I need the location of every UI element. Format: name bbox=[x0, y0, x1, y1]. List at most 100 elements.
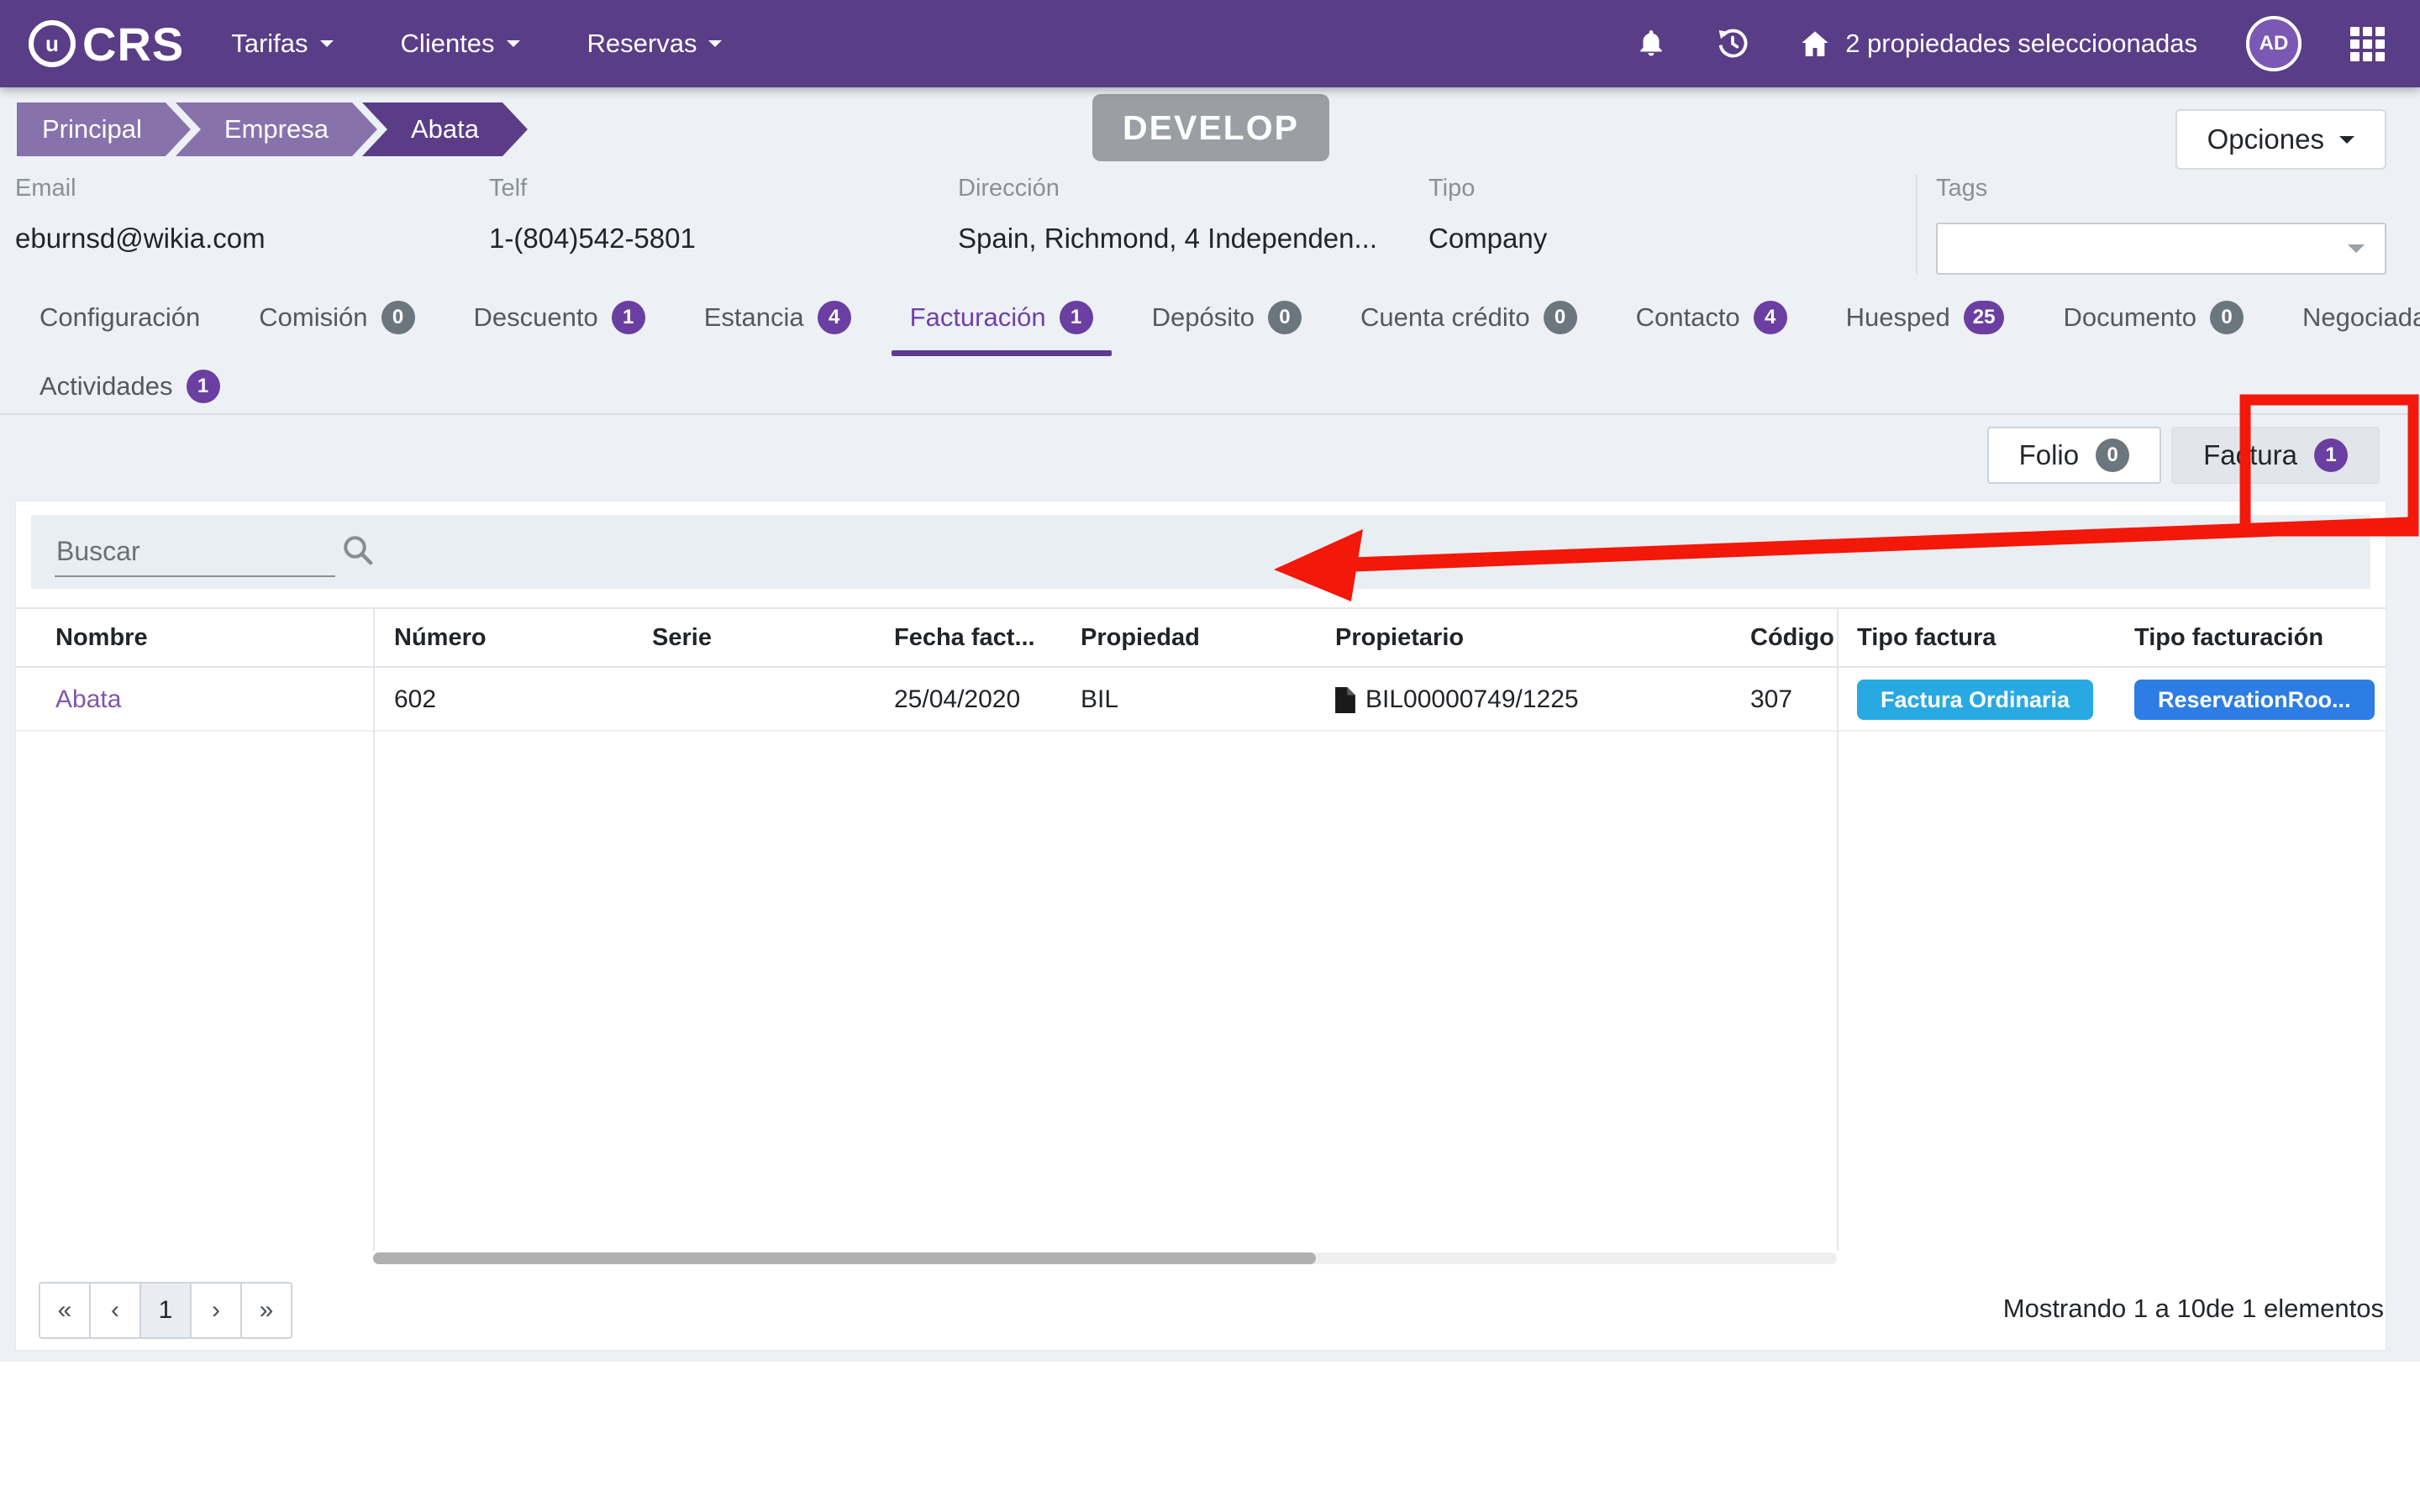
col-fecha-fact[interactable]: Fecha fact... bbox=[873, 624, 1060, 652]
factura-table-card: Nombre Número Serie Fecha fact... Propie… bbox=[15, 501, 2386, 1351]
email-value: eburnsd@wikia.com bbox=[15, 223, 489, 255]
menu-clientes[interactable]: Clientes bbox=[401, 29, 520, 59]
app-logo[interactable]: u CRS bbox=[29, 17, 184, 71]
table-row: Abata 602 25/04/2020 BIL BIL00000749/122… bbox=[16, 669, 2386, 732]
folio-count-badge: 0 bbox=[2096, 438, 2129, 472]
breadcrumb-empresa[interactable]: Empresa bbox=[176, 102, 377, 156]
col-tipo-facturacion[interactable]: Tipo facturación bbox=[2114, 624, 2386, 652]
page-1-button[interactable]: 1 bbox=[139, 1282, 192, 1339]
chevron-down-icon bbox=[2339, 136, 2354, 151]
tab-deposito[interactable]: Depósito 0 bbox=[1134, 287, 1320, 356]
field-tipo: Tipo Company bbox=[1428, 175, 1916, 275]
breadcrumb-principal[interactable]: Principal bbox=[17, 102, 191, 156]
direccion-value: Spain, Richmond, 4 Independen... bbox=[958, 223, 1428, 255]
selected-properties-label: 2 propiedades seleccioonadas bbox=[1845, 29, 2197, 59]
tab-badge: 4 bbox=[818, 301, 851, 334]
page-prev-button[interactable]: ‹ bbox=[89, 1282, 141, 1339]
options-button[interactable]: Opciones bbox=[2175, 109, 2386, 170]
col-numero[interactable]: Número bbox=[373, 624, 631, 652]
field-tags: Tags bbox=[1916, 175, 2386, 275]
factura-button[interactable]: Factura 1 bbox=[2171, 427, 2380, 484]
tab-documento[interactable]: Documento 0 bbox=[2044, 287, 2262, 356]
logo-ring-icon: u bbox=[29, 20, 76, 67]
tab-cuenta-credito[interactable]: Cuenta crédito 0 bbox=[1342, 287, 1596, 356]
tab-badge: 1 bbox=[1060, 301, 1093, 334]
fixed-column-divider-right bbox=[1837, 607, 1839, 1251]
avatar[interactable]: AD bbox=[2246, 16, 2302, 71]
tipo-value: Company bbox=[1428, 223, 1916, 255]
row-codigo: 307 bbox=[1729, 685, 1837, 714]
chevron-down-icon bbox=[507, 40, 520, 54]
tab-descuento[interactable]: Descuento 1 bbox=[455, 287, 664, 356]
tab-badge: 0 bbox=[1268, 301, 1302, 334]
main-menu: Tarifas Clientes Reservas bbox=[231, 29, 722, 59]
tab-configuracion[interactable]: Configuración bbox=[21, 287, 218, 356]
breadcrumb: Principal Empresa Abata bbox=[17, 102, 528, 156]
tab-badge: 25 bbox=[1964, 301, 2005, 334]
col-nombre[interactable]: Nombre bbox=[16, 624, 373, 652]
breadcrumb-abata[interactable]: Abata bbox=[362, 102, 528, 156]
email-label: Email bbox=[15, 175, 489, 202]
row-propietario: BIL00000749/1225 bbox=[1314, 685, 1729, 714]
environment-badge: DEVELOP bbox=[1092, 94, 1329, 161]
tipo-label: Tipo bbox=[1428, 175, 1916, 202]
page-first-button[interactable]: « bbox=[39, 1282, 91, 1339]
chevron-down-icon bbox=[2348, 244, 2365, 261]
tab-badge: 0 bbox=[1544, 301, 1577, 334]
entity-tabs: Configuración Comisión 0 Descuento 1 Est… bbox=[21, 287, 2386, 425]
chevron-down-icon bbox=[708, 40, 722, 54]
tags-label: Tags bbox=[1936, 175, 2386, 202]
table-header: Nombre Número Serie Fecha fact... Propie… bbox=[16, 607, 2386, 668]
document-icon bbox=[1335, 687, 1355, 713]
col-propiedad[interactable]: Propiedad bbox=[1060, 624, 1314, 652]
tab-badge: 0 bbox=[381, 301, 415, 334]
field-direccion: Dirección Spain, Richmond, 4 Independen.… bbox=[958, 175, 1428, 275]
tab-comision[interactable]: Comisión 0 bbox=[240, 287, 433, 356]
navbar-right: 2 propiedades seleccioonadas AD bbox=[1635, 16, 2385, 71]
tab-contacto[interactable]: Contacto 4 bbox=[1618, 287, 1806, 356]
col-propietario[interactable]: Propietario bbox=[1314, 624, 1729, 652]
tipo-facturacion-badge[interactable]: ReservationRoo... bbox=[2134, 680, 2375, 720]
folio-button[interactable]: Folio 0 bbox=[1987, 427, 2162, 484]
search-icon[interactable] bbox=[340, 533, 376, 572]
apps-grid-icon[interactable] bbox=[2350, 27, 2385, 61]
tab-estancia[interactable]: Estancia 4 bbox=[686, 287, 870, 356]
home-icon bbox=[1798, 27, 1832, 60]
tab-badge: 4 bbox=[1754, 301, 1787, 334]
col-codigo[interactable]: Código bbox=[1729, 624, 1837, 652]
tipo-factura-badge[interactable]: Factura Ordinaria bbox=[1857, 680, 2093, 720]
view-toggle: Folio 0 Factura 1 bbox=[1987, 427, 2380, 484]
tab-negociadas[interactable]: Negociadas 0 bbox=[2284, 287, 2420, 356]
page-content: Principal Empresa Abata DEVELOP Opciones… bbox=[0, 87, 2420, 1362]
logo-text: CRS bbox=[82, 17, 184, 71]
bell-icon[interactable] bbox=[1635, 28, 1667, 60]
horizontal-scrollbar-thumb[interactable] bbox=[373, 1252, 1316, 1264]
company-info: Email eburnsd@wikia.com Telf 1-(804)542-… bbox=[15, 175, 2386, 275]
direccion-label: Dirección bbox=[958, 175, 1428, 202]
page-next-button[interactable]: › bbox=[190, 1282, 242, 1339]
row-fecha-fact: 25/04/2020 bbox=[873, 685, 1060, 714]
row-numero: 602 bbox=[373, 685, 631, 714]
tab-facturacion[interactable]: Facturación 1 bbox=[892, 287, 1112, 356]
menu-tarifas[interactable]: Tarifas bbox=[231, 29, 333, 59]
tab-huesped[interactable]: Huesped 25 bbox=[1828, 287, 2023, 356]
col-tipo-factura[interactable]: Tipo factura bbox=[1837, 624, 2114, 652]
field-email: Email eburnsd@wikia.com bbox=[15, 175, 489, 275]
top-navbar: u CRS Tarifas Clientes Reservas bbox=[0, 0, 2420, 87]
menu-reservas[interactable]: Reservas bbox=[587, 29, 723, 59]
history-icon[interactable] bbox=[1716, 27, 1749, 60]
col-serie[interactable]: Serie bbox=[631, 624, 873, 652]
tabs-divider bbox=[0, 413, 2420, 415]
results-summary: Mostrando 1 a 10de 1 elementos bbox=[2003, 1294, 2384, 1324]
search-input[interactable] bbox=[55, 527, 335, 577]
tags-select[interactable] bbox=[1936, 223, 2386, 275]
factura-count-badge: 1 bbox=[2314, 438, 2348, 472]
row-propiedad: BIL bbox=[1060, 685, 1314, 714]
row-nombre-link[interactable]: Abata bbox=[55, 685, 121, 713]
tab-badge: 1 bbox=[187, 370, 220, 403]
selected-properties[interactable]: 2 propiedades seleccioonadas bbox=[1798, 27, 2197, 60]
tab-badge: 0 bbox=[2210, 301, 2244, 334]
page-last-button[interactable]: » bbox=[240, 1282, 292, 1339]
chevron-down-icon bbox=[320, 40, 334, 54]
horizontal-scrollbar-track[interactable] bbox=[373, 1252, 1837, 1264]
